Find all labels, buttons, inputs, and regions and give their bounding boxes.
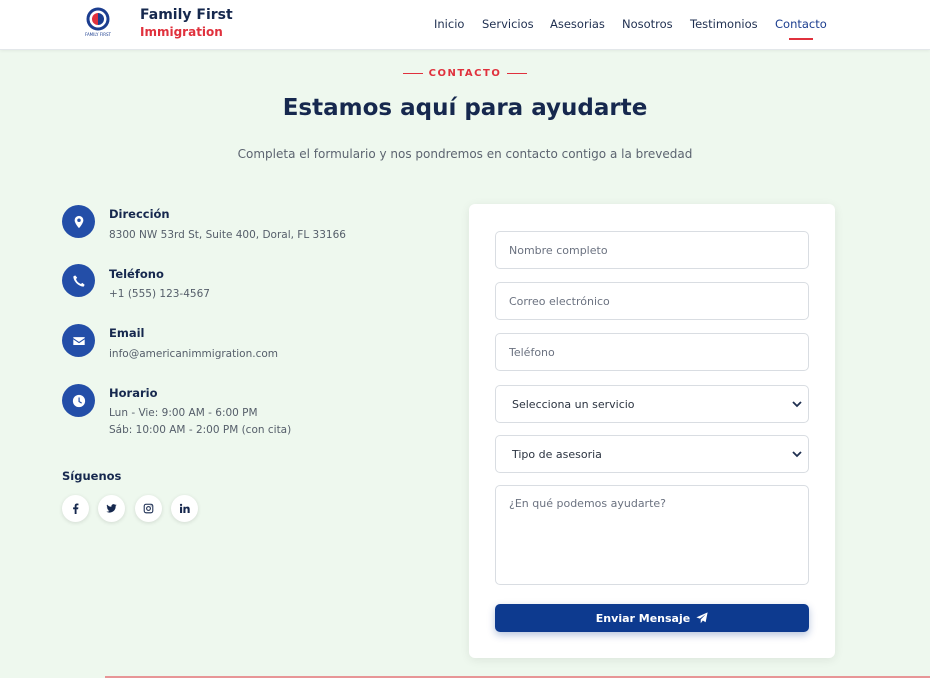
logo-text: FAMILY FIRST	[85, 32, 112, 37]
email-field[interactable]	[495, 282, 809, 320]
address-label: Dirección	[109, 207, 170, 221]
hours-saturday: Sáb: 10:00 AM - 2:00 PM (con cita)	[109, 424, 292, 436]
phone-label: Teléfono	[109, 267, 164, 281]
brand-name[interactable]: Family First	[140, 7, 233, 23]
email-value[interactable]: info@americanimmigration.com	[109, 346, 278, 362]
send-message-label: Enviar Mensaje	[595, 611, 691, 625]
service-select-value: Selecciona un servicio	[512, 397, 635, 411]
map-pin-icon	[62, 205, 95, 238]
page-title: Estamos aquí para ayudarte	[282, 95, 648, 121]
hours-weekday: Lun - Vie: 9:00 AM - 6:00 PM	[109, 407, 258, 419]
nav-link-contacto[interactable]: Contacto	[775, 17, 827, 40]
page-subtitle: Completa el formulario y nos pondremos e…	[237, 147, 693, 161]
section-eyebrow: CONTACTO	[0, 68, 930, 79]
service-select[interactable]: Selecciona un servicio	[495, 385, 809, 423]
nav-link-servicios[interactable]: Servicios	[482, 17, 534, 31]
linkedin-icon[interactable]	[171, 495, 198, 522]
advice-select-value: Tipo de asesoria	[512, 447, 602, 461]
brand-subname[interactable]: Immigration	[140, 25, 223, 39]
message-field[interactable]	[495, 485, 809, 585]
phone-field[interactable]	[495, 333, 809, 371]
social-title: Síguenos	[62, 469, 122, 483]
paper-plane-icon	[696, 612, 708, 624]
navbar: FAMILY FIRST Family First Immigration In…	[0, 0, 930, 50]
envelope-icon	[62, 324, 95, 357]
contact-form-card	[469, 204, 835, 658]
twitter-icon[interactable]	[98, 495, 125, 522]
chevron-down-icon	[792, 451, 802, 458]
eyebrow-line-left	[402, 72, 423, 74]
send-message-button[interactable]: Enviar Mensaje	[495, 604, 809, 632]
instagram-icon[interactable]	[135, 495, 162, 522]
nav-link-nosotros[interactable]: Nosotros	[622, 17, 673, 31]
address-value: 8300 NW 53rd St, Suite 400, Doral, FL 33…	[109, 229, 346, 241]
name-field[interactable]	[495, 231, 809, 269]
nav-link-inicio[interactable]: Inicio	[434, 17, 464, 31]
nav-link-testimonios[interactable]: Testimonios	[690, 17, 758, 31]
family-first-logo-icon[interactable]: FAMILY FIRST	[82, 7, 114, 39]
facebook-icon[interactable]	[62, 495, 89, 522]
nav-link-asesorias[interactable]: Asesorias	[550, 17, 605, 31]
eyebrow-text: CONTACTO	[428, 68, 502, 79]
eyebrow-line-right	[507, 72, 528, 74]
advice-type-select[interactable]: Tipo de asesoria	[495, 435, 809, 473]
clock-icon	[62, 384, 95, 417]
phone-value[interactable]: +1 (555) 123-4567	[109, 286, 210, 302]
phone-icon	[62, 264, 95, 297]
email-label: Email	[109, 326, 145, 340]
chevron-down-icon	[792, 401, 802, 408]
hours-label: Horario	[109, 386, 158, 400]
